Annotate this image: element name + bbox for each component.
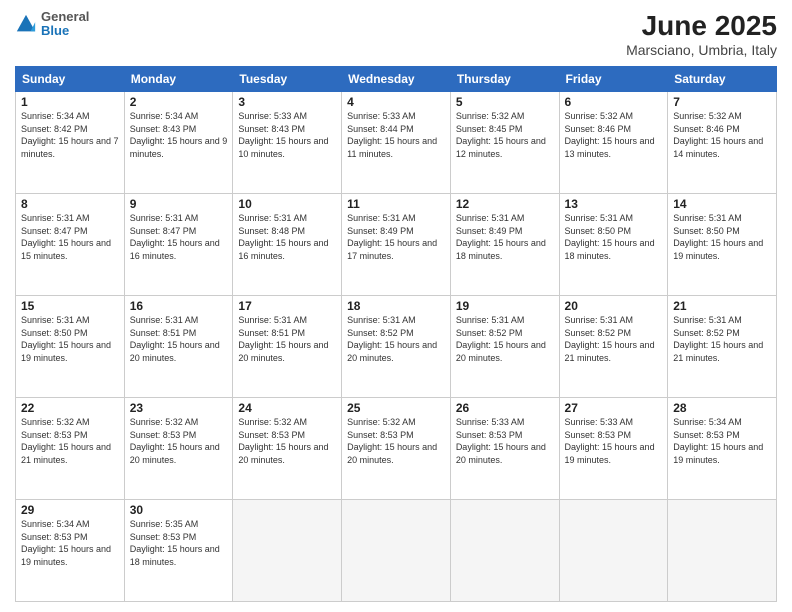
table-row: 7Sunrise: 5:32 AMSunset: 8:46 PMDaylight… (668, 92, 777, 194)
table-row: 27Sunrise: 5:33 AMSunset: 8:53 PMDayligh… (559, 398, 668, 500)
table-row (233, 500, 342, 602)
table-row: 9Sunrise: 5:31 AMSunset: 8:47 PMDaylight… (124, 194, 233, 296)
col-monday: Monday (124, 67, 233, 92)
col-sunday: Sunday (16, 67, 125, 92)
table-row: 23Sunrise: 5:32 AMSunset: 8:53 PMDayligh… (124, 398, 233, 500)
logo: General Blue (15, 10, 89, 39)
table-row: 19Sunrise: 5:31 AMSunset: 8:52 PMDayligh… (450, 296, 559, 398)
logo-icon (15, 13, 37, 35)
page: General Blue June 2025 Marsciano, Umbria… (0, 0, 792, 612)
table-row: 8Sunrise: 5:31 AMSunset: 8:47 PMDaylight… (16, 194, 125, 296)
table-row: 28Sunrise: 5:34 AMSunset: 8:53 PMDayligh… (668, 398, 777, 500)
table-row: 21Sunrise: 5:31 AMSunset: 8:52 PMDayligh… (668, 296, 777, 398)
table-row: 6Sunrise: 5:32 AMSunset: 8:46 PMDaylight… (559, 92, 668, 194)
table-row: 29Sunrise: 5:34 AMSunset: 8:53 PMDayligh… (16, 500, 125, 602)
table-row: 1Sunrise: 5:34 AMSunset: 8:42 PMDaylight… (16, 92, 125, 194)
header: General Blue June 2025 Marsciano, Umbria… (15, 10, 777, 58)
logo-text: General Blue (41, 10, 89, 39)
table-row: 26Sunrise: 5:33 AMSunset: 8:53 PMDayligh… (450, 398, 559, 500)
col-wednesday: Wednesday (342, 67, 451, 92)
table-row: 5Sunrise: 5:32 AMSunset: 8:45 PMDaylight… (450, 92, 559, 194)
table-row: 18Sunrise: 5:31 AMSunset: 8:52 PMDayligh… (342, 296, 451, 398)
col-saturday: Saturday (668, 67, 777, 92)
logo-general: General (41, 10, 89, 24)
calendar-row: 15Sunrise: 5:31 AMSunset: 8:50 PMDayligh… (16, 296, 777, 398)
table-row: 13Sunrise: 5:31 AMSunset: 8:50 PMDayligh… (559, 194, 668, 296)
table-row: 2Sunrise: 5:34 AMSunset: 8:43 PMDaylight… (124, 92, 233, 194)
logo-blue: Blue (41, 24, 89, 38)
table-row: 25Sunrise: 5:32 AMSunset: 8:53 PMDayligh… (342, 398, 451, 500)
col-friday: Friday (559, 67, 668, 92)
col-tuesday: Tuesday (233, 67, 342, 92)
calendar-row: 29Sunrise: 5:34 AMSunset: 8:53 PMDayligh… (16, 500, 777, 602)
calendar-row: 22Sunrise: 5:32 AMSunset: 8:53 PMDayligh… (16, 398, 777, 500)
calendar-row: 8Sunrise: 5:31 AMSunset: 8:47 PMDaylight… (16, 194, 777, 296)
table-row (559, 500, 668, 602)
table-row (668, 500, 777, 602)
header-row: Sunday Monday Tuesday Wednesday Thursday… (16, 67, 777, 92)
calendar-row: 1Sunrise: 5:34 AMSunset: 8:42 PMDaylight… (16, 92, 777, 194)
table-row: 4Sunrise: 5:33 AMSunset: 8:44 PMDaylight… (342, 92, 451, 194)
title-block: June 2025 Marsciano, Umbria, Italy (626, 10, 777, 58)
table-row: 24Sunrise: 5:32 AMSunset: 8:53 PMDayligh… (233, 398, 342, 500)
calendar-subtitle: Marsciano, Umbria, Italy (626, 42, 777, 58)
table-row (450, 500, 559, 602)
table-row: 30Sunrise: 5:35 AMSunset: 8:53 PMDayligh… (124, 500, 233, 602)
table-row (342, 500, 451, 602)
table-row: 11Sunrise: 5:31 AMSunset: 8:49 PMDayligh… (342, 194, 451, 296)
table-row: 14Sunrise: 5:31 AMSunset: 8:50 PMDayligh… (668, 194, 777, 296)
calendar-table: Sunday Monday Tuesday Wednesday Thursday… (15, 66, 777, 602)
table-row: 15Sunrise: 5:31 AMSunset: 8:50 PMDayligh… (16, 296, 125, 398)
table-row: 22Sunrise: 5:32 AMSunset: 8:53 PMDayligh… (16, 398, 125, 500)
table-row: 20Sunrise: 5:31 AMSunset: 8:52 PMDayligh… (559, 296, 668, 398)
col-thursday: Thursday (450, 67, 559, 92)
table-row: 3Sunrise: 5:33 AMSunset: 8:43 PMDaylight… (233, 92, 342, 194)
table-row: 17Sunrise: 5:31 AMSunset: 8:51 PMDayligh… (233, 296, 342, 398)
calendar-title: June 2025 (626, 10, 777, 42)
table-row: 10Sunrise: 5:31 AMSunset: 8:48 PMDayligh… (233, 194, 342, 296)
table-row: 16Sunrise: 5:31 AMSunset: 8:51 PMDayligh… (124, 296, 233, 398)
table-row: 12Sunrise: 5:31 AMSunset: 8:49 PMDayligh… (450, 194, 559, 296)
